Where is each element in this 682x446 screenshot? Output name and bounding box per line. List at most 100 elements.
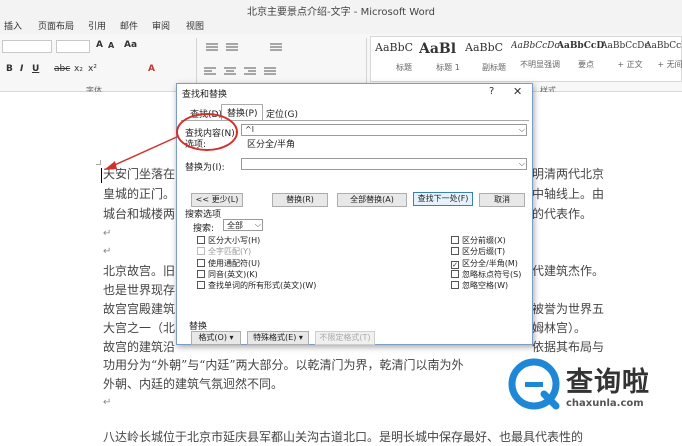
search-label: 搜索: — [193, 224, 215, 234]
doc-line-right: 依据其布局与 — [532, 340, 605, 354]
doc-line: 外朝、内廷的建筑气氛迥然不同。 — [103, 377, 284, 391]
annotation-ellipse — [176, 113, 238, 151]
paragraph-mark: ↵ — [103, 228, 112, 239]
cancel-button[interactable]: 取消 — [479, 193, 525, 207]
match-width-checkbox[interactable]: ✓ 区分全/半角(M) — [451, 258, 518, 269]
special-button[interactable]: 特殊格式(E) ▾ — [247, 331, 309, 345]
match-prefix-checkbox[interactable]: 区分前缀(X) — [451, 235, 506, 246]
sounds-like-checkbox[interactable]: 同音(英文)(K) — [197, 269, 258, 280]
doc-line-right: 姆林宫）。 — [532, 321, 587, 335]
checkbox-label: 全字匹配(Y) — [208, 247, 252, 256]
doc-line-right: 明清两代北京 — [532, 167, 605, 181]
tab-page-layout[interactable]: 页面布局 — [38, 19, 74, 32]
checkbox-box — [451, 236, 459, 244]
tab-mailings[interactable]: 邮件 — [120, 19, 138, 32]
doc-line-right: 的代表作。 — [532, 207, 593, 221]
ribbon-tabs: 插入 页面布局 引用 邮件 审阅 视图 — [0, 18, 682, 34]
match-case-checkbox[interactable]: 区分大小写(H) — [197, 235, 260, 246]
find-next-button[interactable]: 查找下一处(F) — [413, 192, 473, 206]
checkmark-icon: ✓ — [451, 261, 459, 269]
chevron-down-icon[interactable]: ⌵ — [519, 125, 525, 135]
doc-line: 也是世界现存 — [103, 283, 176, 297]
ribbon-separator — [196, 38, 197, 84]
no-formatting-button: 不限定格式(T) — [315, 331, 375, 345]
style-no-spacing[interactable]: AaBbCcDc+ 无间隔 — [645, 41, 682, 70]
text-cursor — [101, 168, 102, 183]
checkbox-box — [197, 247, 205, 255]
paragraph-mark: ↵ — [103, 246, 112, 257]
search-direction-value: 全部 — [227, 221, 243, 230]
font-size-box[interactable] — [56, 40, 90, 53]
chevron-down-icon[interactable]: ⌵ — [255, 220, 261, 230]
tab-insert[interactable]: 插入 — [4, 19, 22, 32]
replace-label: 替换为(I): — [185, 163, 225, 173]
underline-button[interactable]: U — [32, 64, 39, 74]
find-input[interactable]: ^l ⌵ — [241, 124, 527, 136]
doc-line: 城台和城楼两 — [103, 207, 176, 221]
chevron-down-icon[interactable]: ⌵ — [519, 159, 525, 169]
checkbox-label: 忽略空格(W) — [462, 281, 509, 290]
doc-line: 故宫宫殿建筑 — [103, 302, 176, 316]
search-direction-select[interactable]: 全部 ⌵ — [223, 219, 263, 231]
watermark-url: chaxunla.com — [566, 398, 644, 409]
close-icon[interactable]: ✕ — [513, 85, 522, 98]
checkbox-label: 使用通配符(U) — [208, 259, 261, 268]
help-icon[interactable]: ? — [489, 86, 494, 97]
ribbon-separator — [366, 38, 367, 84]
doc-line-right: 代建筑杰作。 — [532, 264, 605, 278]
replace-button[interactable]: 替换(R) — [272, 193, 328, 207]
search-options-label: 搜索选项 — [185, 210, 222, 220]
page-corner-mark — [96, 160, 101, 165]
dialog-title: 查找和替换 — [182, 90, 228, 100]
checkbox-label: 区分大小写(H) — [208, 236, 261, 245]
tab-review[interactable]: 审阅 — [152, 19, 170, 32]
tab-references[interactable]: 引用 — [88, 19, 106, 32]
word-forms-checkbox[interactable]: 查找单词的所有形式(英文)(W) — [197, 280, 316, 291]
styles-gallery: AaBbC 标题 AaBl 标题 1 AaBbC 副标题 AaBbCcDc 不明显强调 … — [370, 36, 682, 82]
italic-button[interactable]: I — [20, 64, 23, 74]
shrink-font-button[interactable]: A — [108, 41, 114, 50]
watermark-text: 查询啦 — [566, 367, 650, 398]
whole-word-checkbox: 全字匹配(Y) — [197, 246, 251, 257]
chaxunla-logo-icon — [508, 358, 560, 410]
match-suffix-checkbox[interactable]: 区分后缀(T) — [451, 246, 505, 257]
wildcards-checkbox[interactable]: 使用通配符(U) — [197, 258, 260, 269]
checkbox-label: 同音(英文)(K) — [208, 270, 258, 279]
less-button[interactable]: << 更少(L) — [191, 193, 243, 207]
doc-line: 故宫的建筑沿 — [103, 340, 176, 354]
doc-line: 功用分为“外朝”与“内廷”两大部分。以乾清门为界，乾清门以南为外 — [103, 358, 464, 372]
font-name-box[interactable] — [2, 40, 52, 53]
find-value: ^l — [245, 125, 254, 134]
grow-font-button[interactable]: A — [96, 40, 103, 50]
font-color-button[interactable]: A — [148, 64, 155, 74]
replace-input[interactable]: ⌵ — [241, 158, 527, 170]
change-case-button[interactable]: Aa — [124, 40, 137, 50]
ignore-space-checkbox[interactable]: 忽略空格(W) — [451, 280, 508, 291]
doc-line: 天安门坐落在 — [103, 167, 176, 181]
title-bar: 北京主要景点介绍-文字 - Microsoft Word — [0, 0, 682, 18]
options-value: 区分全/半角 — [247, 140, 296, 150]
bold-button[interactable]: B — [6, 64, 13, 74]
superscript-button[interactable]: x² — [88, 64, 97, 74]
checkbox-box — [451, 270, 459, 278]
tab-view[interactable]: 视图 — [186, 19, 204, 32]
window-title: 北京主要景点介绍-文字 - Microsoft Word — [247, 7, 435, 18]
replace-all-button[interactable]: 全部替换(A) — [337, 193, 407, 207]
doc-line: 八达岭长城位于北京市延庆县军都山关沟古道北口。是明长城中保存最好、也最具代表性的 — [103, 430, 584, 444]
ignore-punct-checkbox[interactable]: 忽略标点符号(S) — [451, 269, 521, 280]
tab-goto[interactable]: 定位(G) — [261, 106, 303, 120]
format-button[interactable]: 格式(O) ▾ — [191, 331, 241, 345]
checkbox-label: 区分后缀(T) — [462, 247, 506, 256]
subscript-button[interactable]: x₂ — [74, 64, 83, 74]
doc-line-right: 中轴线上。由 — [532, 187, 605, 201]
checkbox-box — [197, 281, 205, 289]
checkbox-box — [197, 270, 205, 278]
checkbox-box — [197, 259, 205, 267]
paragraph-mark: ↵ — [103, 397, 112, 408]
checkbox-box — [451, 281, 459, 289]
doc-line-right: 被誉为世界五 — [532, 302, 605, 316]
strikethrough-button[interactable]: abc — [54, 64, 70, 74]
checkbox-label: 区分全/半角(M) — [462, 259, 518, 268]
checkbox-label: 忽略标点符号(S) — [462, 270, 522, 279]
doc-line: 皇城的正门。 — [103, 187, 176, 201]
